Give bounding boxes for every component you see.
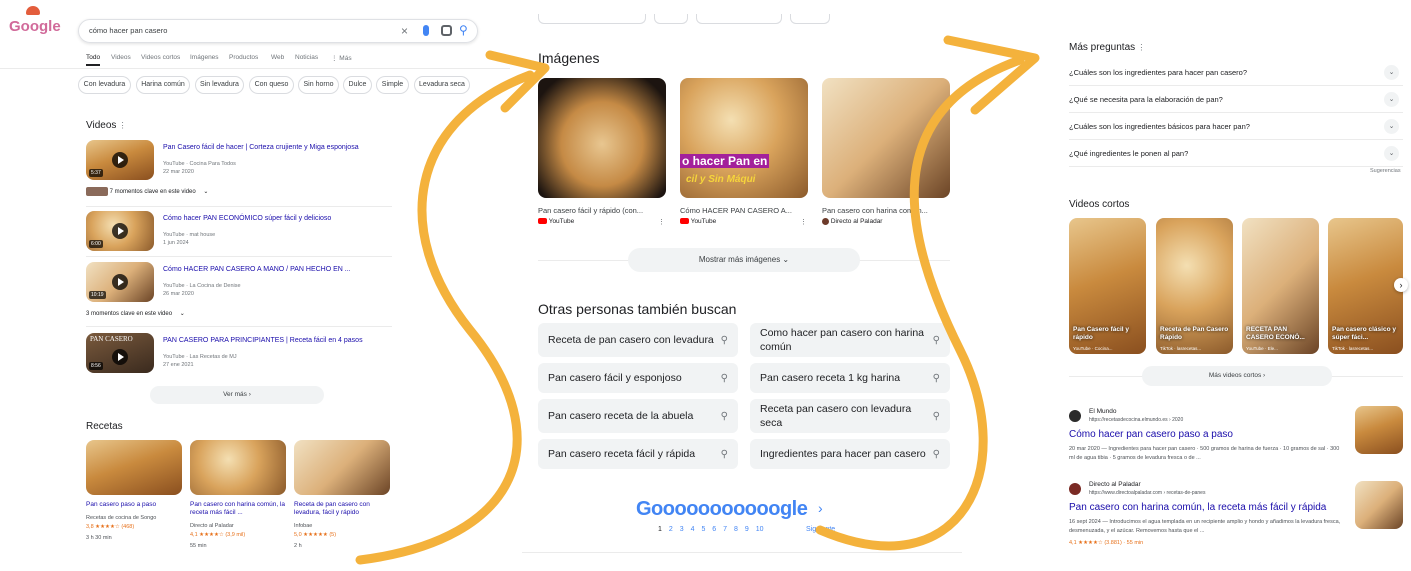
flow-arrows	[355, 35, 1040, 565]
flow-arrow	[355, 70, 535, 565]
flow-arrow	[815, 55, 1025, 551]
